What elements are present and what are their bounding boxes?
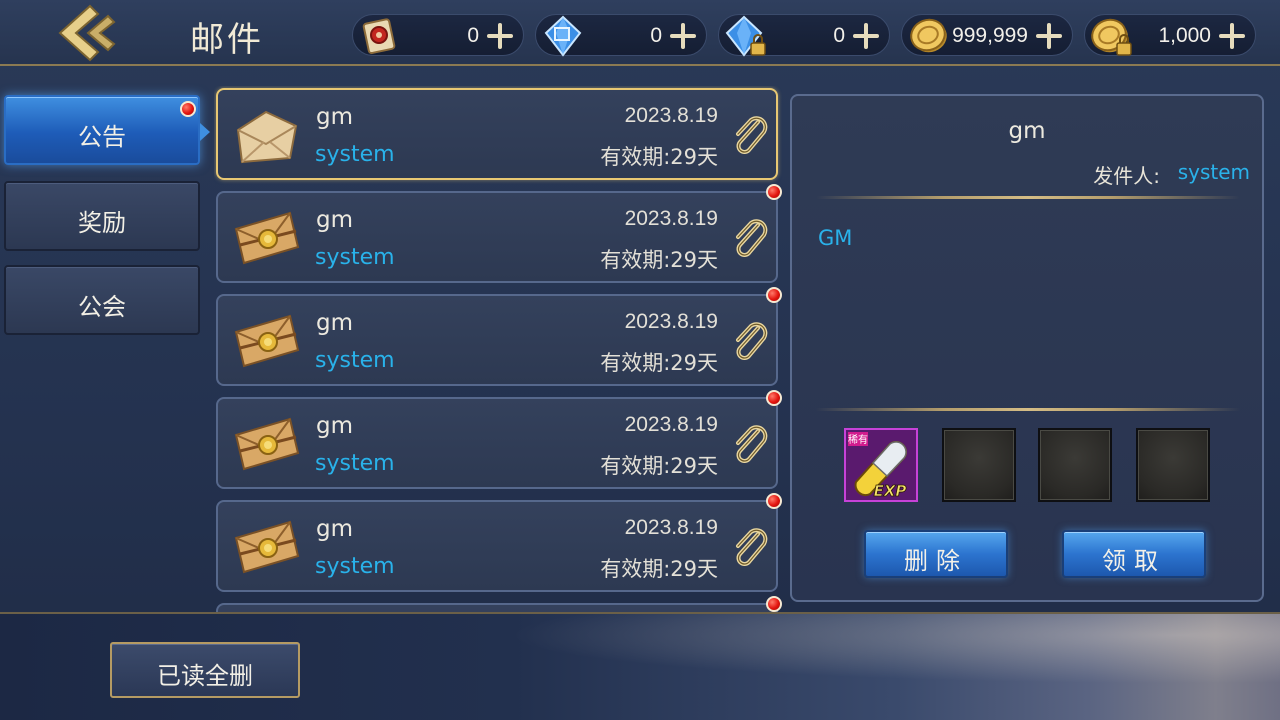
mail-title: gm	[316, 413, 354, 439]
paperclip-icon	[730, 217, 770, 261]
top-bar: 邮件 0 0 0 999,999 1,000	[0, 0, 1280, 66]
tab-rewards[interactable]: 奖励	[4, 181, 200, 251]
tab-label: 公告	[78, 123, 126, 151]
empty-slot	[1136, 428, 1210, 502]
resource-diamond: 0	[535, 13, 707, 59]
resource-gold: 999,999	[901, 14, 1073, 56]
mail-expiry: 有效期:29天	[600, 454, 718, 478]
mail-sender: system	[315, 451, 395, 476]
add-resource-button[interactable]	[483, 19, 517, 53]
exp-label: EXP	[874, 482, 907, 500]
mail-date: 2023.8.19	[624, 413, 718, 436]
delete-all-read-button[interactable]: 已读全删	[110, 642, 300, 698]
add-resource-button[interactable]	[1032, 19, 1066, 53]
sealed-envelope-icon	[232, 411, 302, 477]
tab-label: 奖励	[78, 209, 126, 237]
mail-title: gm	[316, 310, 354, 336]
page-title: 邮件	[190, 20, 264, 60]
blue-diamond-icon	[540, 13, 586, 59]
mail-sender: system	[315, 554, 395, 579]
sealed-envelope-icon	[232, 514, 302, 580]
paperclip-icon	[730, 320, 770, 364]
resource-scroll-ticket: 0	[352, 14, 524, 56]
delete-label: 删除	[904, 547, 968, 575]
unread-dot-icon	[766, 596, 782, 612]
scroll-ticket-icon	[357, 13, 403, 59]
mail-item[interactable]: gm system 2023.8.19 有效期:29天	[216, 294, 778, 386]
unread-dot-icon	[766, 287, 782, 303]
rarity-tag: 稀有	[848, 433, 868, 446]
sealed-envelope-icon	[232, 308, 302, 374]
mail-screen: 邮件 0 0 0 999,999 1,000 公告 奖励 公会 gm syste…	[0, 0, 1280, 720]
sender-label: 发件人:	[1093, 164, 1160, 188]
locked-diamond-icon	[723, 13, 769, 59]
mail-date: 2023.8.19	[624, 310, 718, 333]
claim-label: 领取	[1102, 547, 1166, 575]
delete-button[interactable]: 删除	[864, 530, 1008, 578]
mail-sender: system	[315, 245, 395, 270]
notice-dot-icon	[180, 101, 196, 117]
unread-dot-icon	[766, 184, 782, 200]
gold-coin-icon	[906, 13, 952, 59]
mail-expiry: 有效期:29天	[600, 351, 718, 375]
mail-sender: system	[315, 348, 395, 373]
resource-value: 0	[833, 24, 845, 47]
mail-date: 2023.8.19	[624, 104, 718, 127]
mail-item[interactable]: gm system 2023.8.19 有效期:29天	[216, 88, 778, 180]
detail-title: gm	[1008, 118, 1046, 144]
tab-announcement[interactable]: 公告	[4, 95, 210, 165]
unread-dot-icon	[766, 493, 782, 509]
divider	[816, 196, 1240, 199]
resource-locked-gold: 1,000	[1084, 14, 1256, 56]
empty-slot	[942, 428, 1016, 502]
mail-expiry: 有效期:29天	[600, 248, 718, 272]
unread-dot-icon	[766, 390, 782, 406]
resource-value: 1,000	[1158, 24, 1211, 47]
mail-title: gm	[316, 516, 354, 542]
resource-value: 999,999	[952, 24, 1028, 47]
add-resource-button[interactable]	[666, 19, 700, 53]
sealed-envelope-icon	[232, 205, 302, 271]
mail-item[interactable]: gm system 2023.8.19 有效期:29天	[216, 397, 778, 489]
mail-item[interactable]: gm system 2023.8.19 有效期:29天	[216, 191, 778, 283]
opened-envelope-icon	[232, 102, 302, 168]
sender-name: system	[1177, 160, 1250, 184]
mail-expiry: 有效期:29天	[600, 557, 718, 581]
add-resource-button[interactable]	[1215, 19, 1249, 53]
divider	[816, 408, 1240, 411]
mail-detail-panel: gm 发件人: system GM 稀有 EXP 删除 领取	[790, 94, 1264, 602]
mail-title: gm	[316, 104, 354, 130]
resource-value: 0	[650, 24, 662, 47]
back-arrow-icon[interactable]	[52, 2, 122, 64]
resource-value: 0	[467, 24, 479, 47]
tab-guild[interactable]: 公会	[4, 265, 200, 335]
mail-item[interactable]: gm system 2023.8.19 有效期:29天	[216, 500, 778, 592]
mail-list[interactable]: gm system 2023.8.19 有效期:29天 gm system 20…	[214, 86, 782, 614]
mail-expiry: 有效期:29天	[600, 145, 718, 169]
mail-title: gm	[316, 207, 354, 233]
mail-date: 2023.8.19	[624, 207, 718, 230]
mail-date: 2023.8.19	[624, 516, 718, 539]
paperclip-icon	[730, 526, 770, 570]
mail-sender: system	[315, 142, 395, 167]
bottom-bar: 已读全删	[0, 612, 1280, 720]
delete-all-read-label: 已读全删	[157, 662, 253, 690]
empty-slot	[1038, 428, 1112, 502]
paperclip-icon	[730, 114, 770, 158]
paperclip-icon	[730, 423, 770, 467]
add-resource-button[interactable]	[849, 19, 883, 53]
tab-label: 公会	[78, 293, 126, 321]
claim-button[interactable]: 领取	[1062, 530, 1206, 578]
mail-body: GM	[818, 226, 853, 250]
resource-locked-diamond: 0	[718, 13, 890, 59]
locked-gold-coin-icon	[1089, 13, 1135, 59]
exp-capsule-icon[interactable]: 稀有 EXP	[844, 428, 918, 502]
